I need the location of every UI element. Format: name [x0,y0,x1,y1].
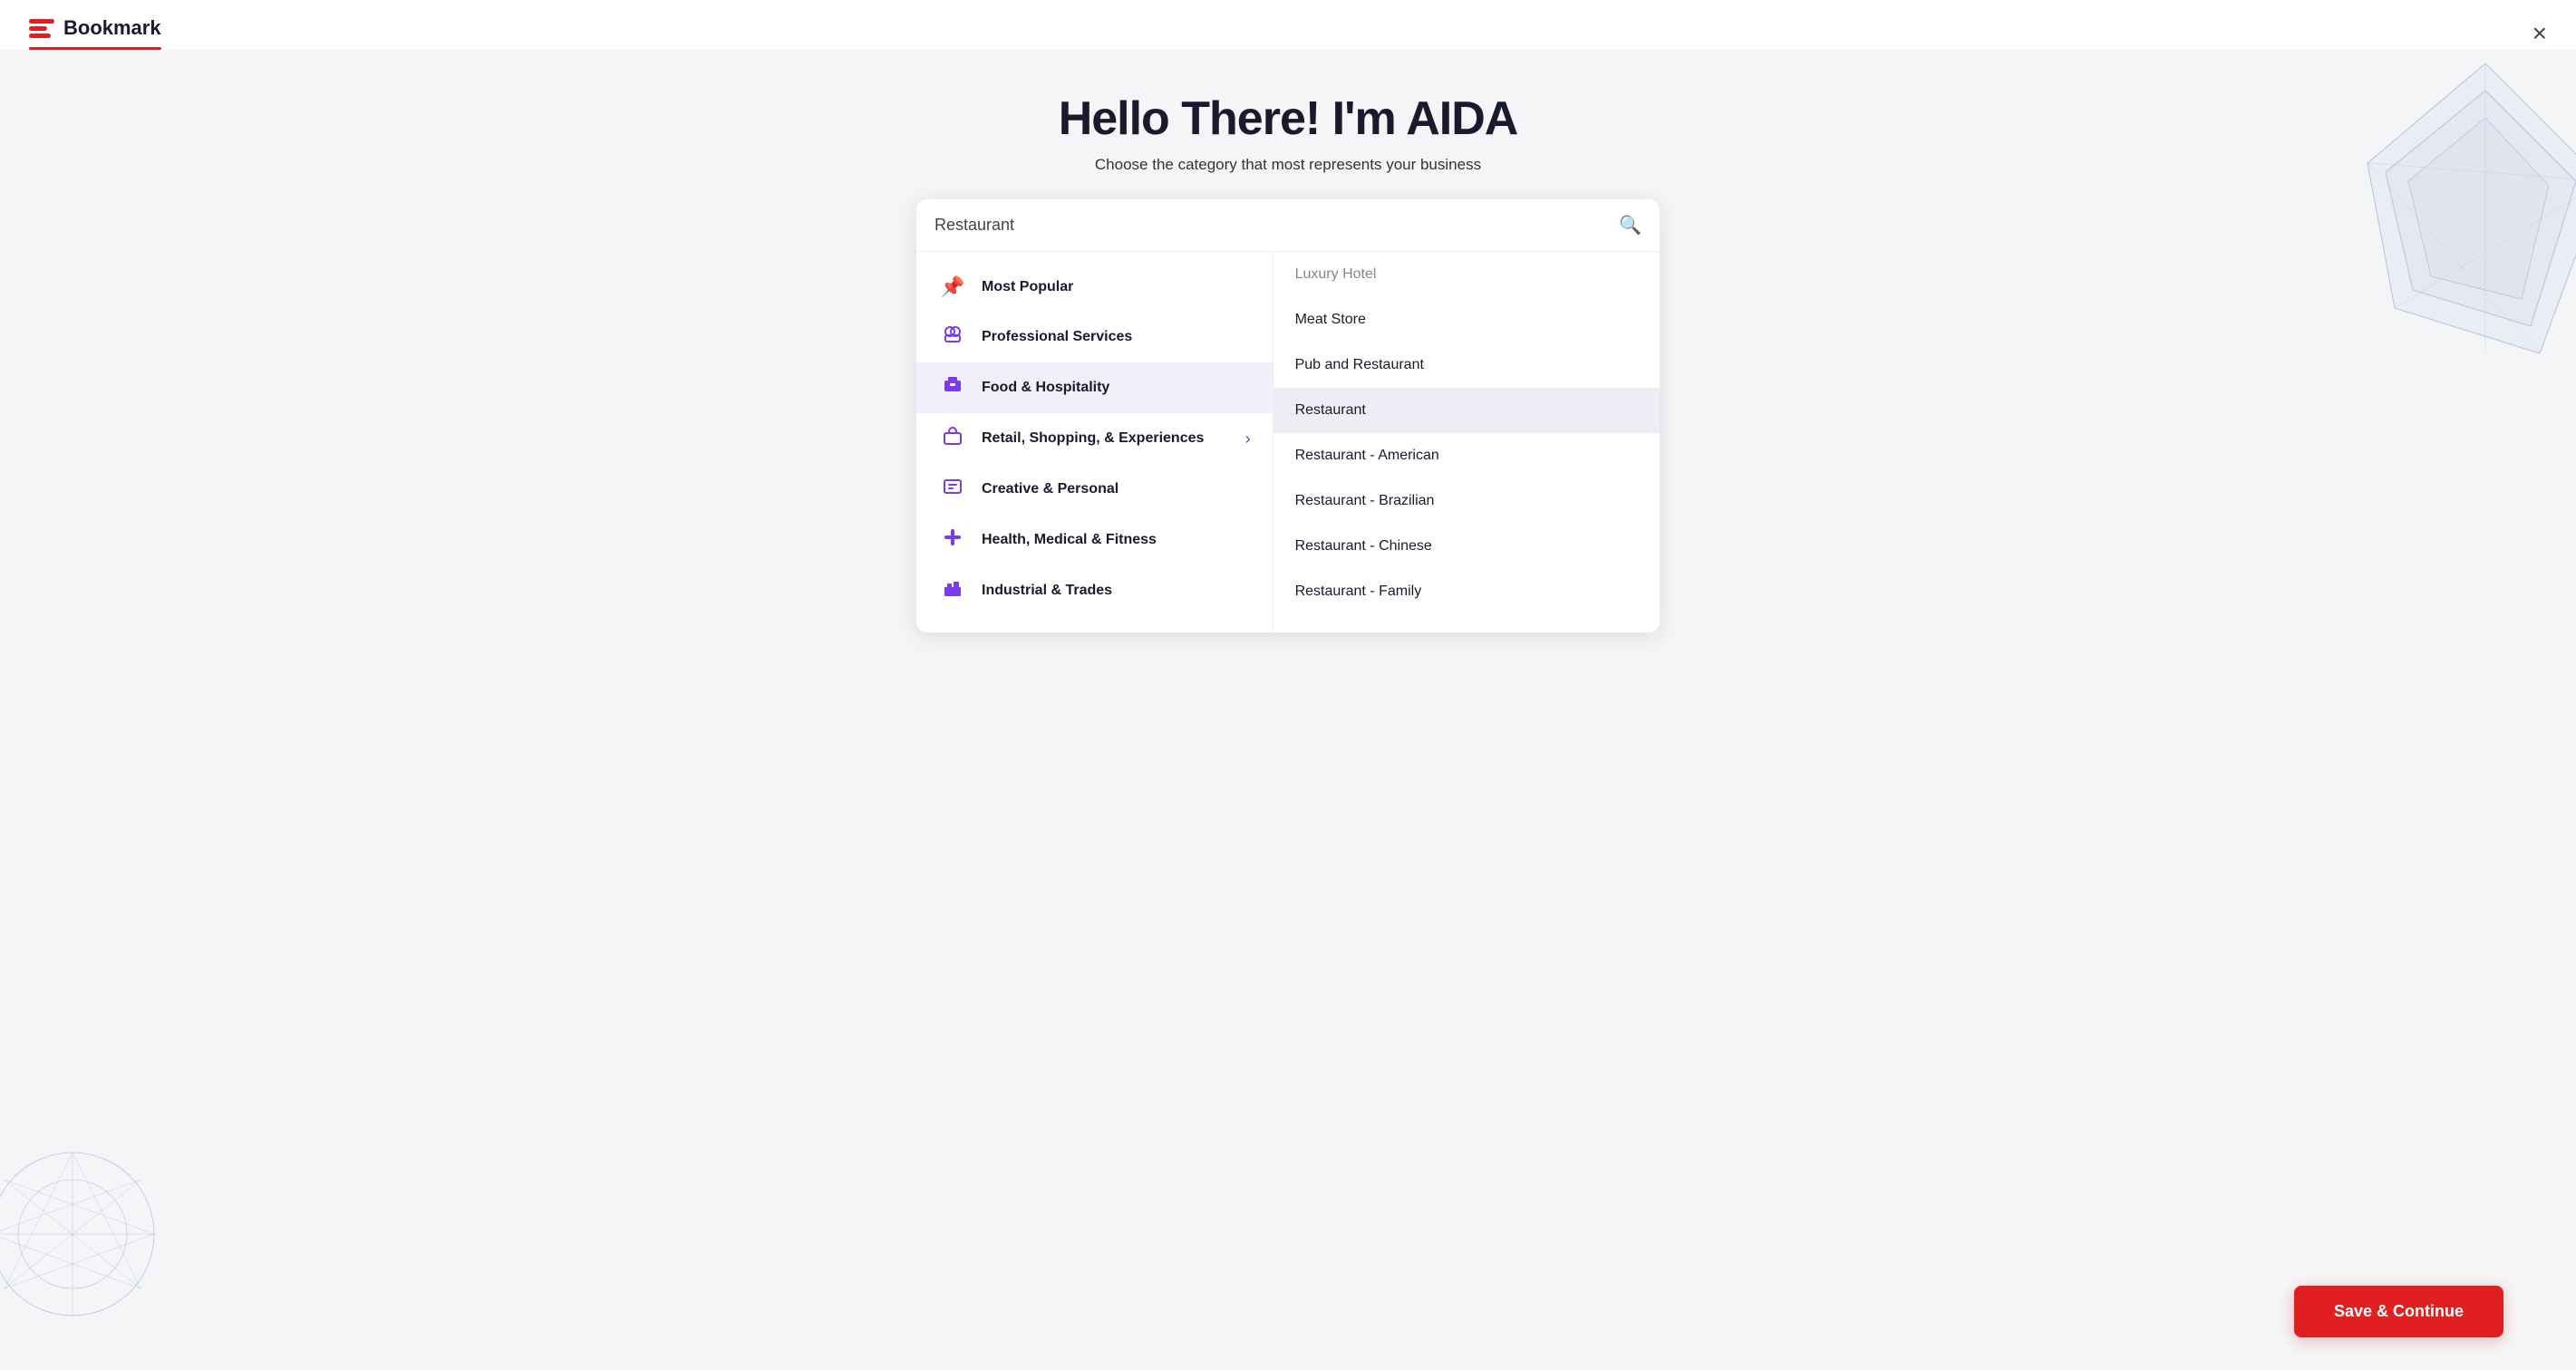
subcat-item-meat-store[interactable]: Meat Store [1273,297,1660,342]
most-popular-label: Most Popular [982,279,1251,295]
subcat-item-restaurant-brazilian[interactable]: Restaurant - Brazilian [1273,478,1660,524]
retail-shopping-arrow-icon: › [1245,429,1251,449]
professional-services-icon [938,324,967,350]
category-card: 🔍 📌 Most Popular Professional Services Food… [916,199,1660,632]
categories-panel: 📌 Most Popular Professional Services Food &… [916,252,1273,632]
subcategories-panel: Luxury HotelMeat StorePub and Restaurant… [1273,252,1660,632]
category-item-professional-services[interactable]: Professional Services [916,312,1273,362]
page-subtitle: Choose the category that most represents… [1095,156,1481,174]
dropdown-body: 📌 Most Popular Professional Services Food &… [916,252,1660,632]
category-item-retail-shopping[interactable]: Retail, Shopping, & Experiences › [916,413,1273,464]
subcat-item-restaurant-family[interactable]: Restaurant - Family [1273,569,1660,614]
health-medical-icon [938,527,967,553]
category-item-health-medical[interactable]: Health, Medical & Fitness [916,515,1273,565]
subcat-item-restaurant-chinese[interactable]: Restaurant - Chinese [1273,524,1660,569]
retail-shopping-icon [938,426,967,451]
category-item-most-popular[interactable]: 📌 Most Popular [916,263,1273,312]
subcat-item-restaurant[interactable]: Restaurant [1273,388,1660,433]
subcat-item-pub-restaurant[interactable]: Pub and Restaurant [1273,342,1660,388]
food-hospitality-label: Food & Hospitality [982,380,1251,396]
category-item-food-hospitality[interactable]: Food & Hospitality [916,362,1273,413]
industrial-trades-label: Industrial & Trades [982,583,1251,599]
food-hospitality-icon [938,375,967,400]
logo-text: Bookmark [63,16,161,40]
search-bar: 🔍 [916,199,1660,252]
industrial-trades-icon [938,578,967,603]
main-content: Hello There! I'm AIDA Choose the categor… [0,50,2576,632]
subcat-item-luxury-hotel[interactable]: Luxury Hotel [1273,252,1660,297]
category-item-creative-personal[interactable]: Creative & Personal [916,464,1273,515]
search-icon: 🔍 [1619,214,1641,236]
close-button[interactable]: × [2532,21,2547,46]
logo: Bookmark [29,16,161,50]
topbar: Bookmark × [0,0,2576,50]
creative-personal-label: Creative & Personal [982,481,1251,497]
save-button-wrapper: Save & Continue [2294,1286,2503,1337]
creative-personal-icon [938,477,967,502]
logo-icon [29,19,54,38]
health-medical-label: Health, Medical & Fitness [982,532,1251,548]
subcat-item-restaurant-american[interactable]: Restaurant - American [1273,433,1660,478]
page-title: Hello There! I'm AIDA [1059,93,1518,145]
deco-geodesic-left [0,1134,163,1334]
category-item-industrial-trades[interactable]: Industrial & Trades [916,565,1273,616]
save-continue-button[interactable]: Save & Continue [2294,1286,2503,1337]
search-input[interactable] [935,216,1619,235]
professional-services-label: Professional Services [982,329,1251,345]
retail-shopping-label: Retail, Shopping, & Experiences [982,430,1231,447]
most-popular-icon: 📌 [938,275,967,299]
